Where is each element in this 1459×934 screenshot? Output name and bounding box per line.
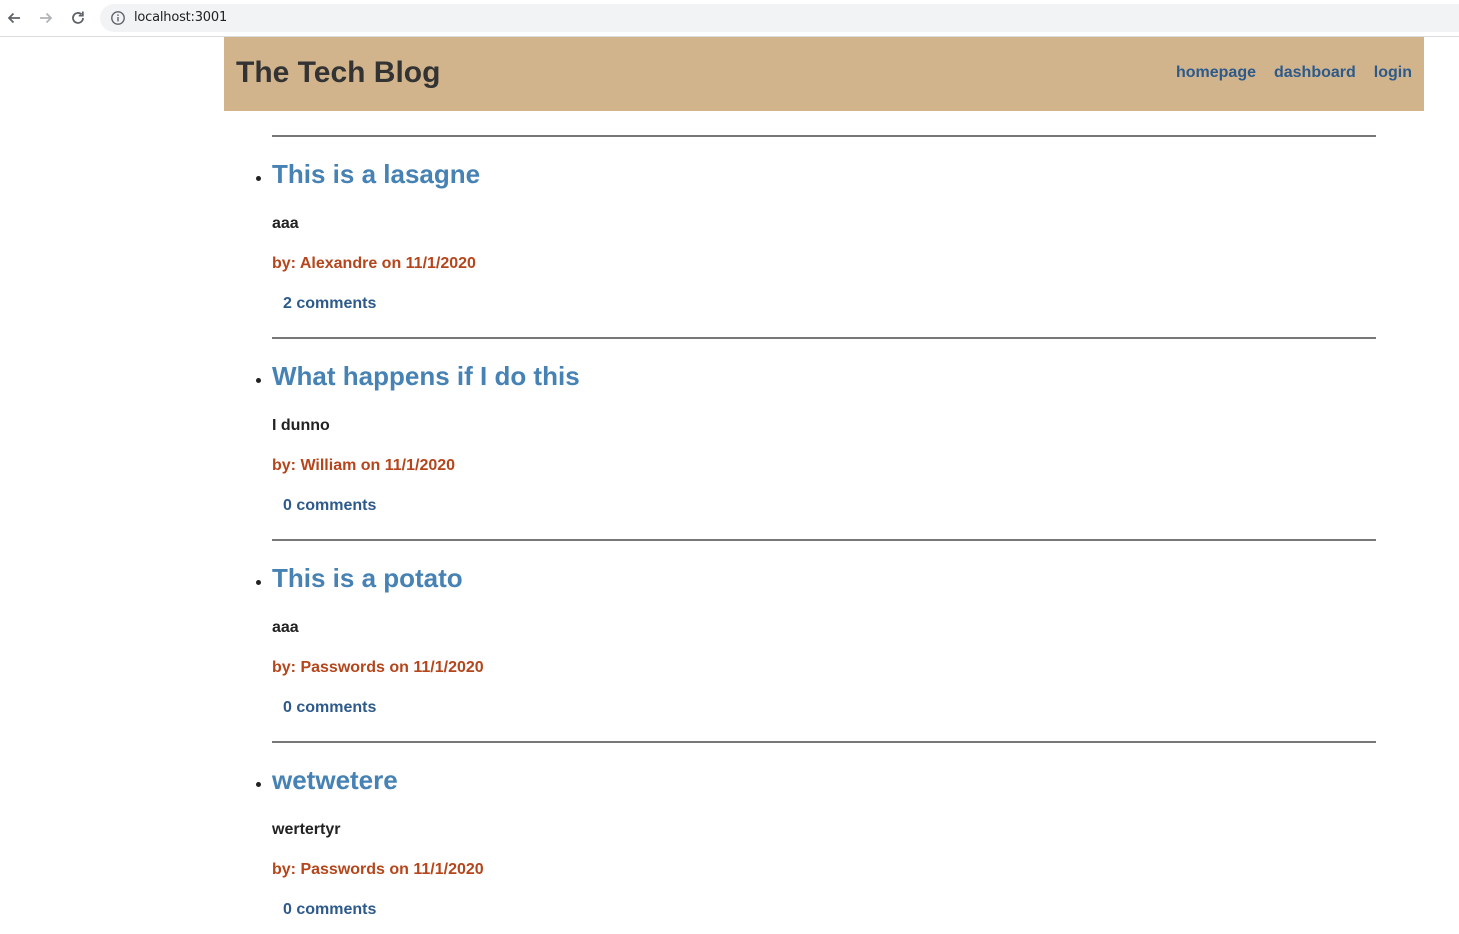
post-meta: by: Passwords on 11/1/2020 (272, 861, 484, 878)
post-comments-link[interactable]: 0 comments (283, 699, 376, 717)
nav-link-dashboard[interactable]: dashboard (1274, 64, 1356, 82)
nav-link-homepage[interactable]: homepage (1176, 64, 1256, 82)
post-list: This is a lasagne aaa by: Alexandre on 1… (224, 111, 1424, 919)
post-meta: by: Passwords on 11/1/2020 (272, 659, 484, 676)
address-bar[interactable]: localhost:3001 (100, 4, 1459, 32)
post-body: aaa (272, 215, 299, 232)
post-item: This is a lasagne aaa by: Alexandre on 1… (224, 111, 1424, 313)
bullet-icon (256, 176, 261, 181)
bullet-icon (256, 378, 261, 383)
reload-button[interactable] (66, 6, 90, 30)
reload-icon (72, 11, 84, 24)
post-title[interactable]: What happens if I do this (272, 361, 580, 392)
post-meta: by: Alexandre on 11/1/2020 (272, 255, 476, 272)
post-comments-link[interactable]: 0 comments (283, 497, 376, 515)
post-title[interactable]: This is a lasagne (272, 159, 480, 190)
post-divider (272, 337, 1376, 339)
post-divider (272, 741, 1376, 743)
nav-link-login[interactable]: login (1374, 64, 1412, 82)
post-comments-link[interactable]: 0 comments (283, 901, 376, 919)
browser-toolbar: localhost:3001 (0, 0, 1459, 37)
post-item: What happens if I do this I dunno by: Wi… (224, 313, 1424, 515)
post-body: I dunno (272, 417, 330, 434)
site-header: The Tech Blog homepage dashboard login (224, 37, 1424, 111)
forward-arrow-icon (40, 12, 53, 24)
info-icon[interactable] (110, 10, 126, 26)
back-button[interactable] (2, 6, 26, 30)
post-item: wetwetere wertertyr by: Passwords on 11/… (224, 717, 1424, 919)
site-title: The Tech Blog (236, 56, 441, 89)
post-comments-link[interactable]: 2 comments (283, 295, 376, 313)
post-item: This is a potato aaa by: Passwords on 11… (224, 515, 1424, 717)
post-divider (272, 135, 1376, 137)
bullet-icon (256, 580, 261, 585)
post-title[interactable]: wetwetere (272, 765, 398, 796)
post-title[interactable]: This is a potato (272, 563, 463, 594)
url-text[interactable]: localhost:3001 (134, 10, 227, 25)
post-divider (272, 539, 1376, 541)
forward-button[interactable] (34, 6, 58, 30)
post-meta: by: William on 11/1/2020 (272, 457, 456, 474)
back-arrow-icon (7, 12, 20, 24)
post-body: aaa (272, 619, 299, 636)
post-body: wertertyr (272, 821, 341, 838)
bullet-icon (256, 782, 261, 787)
site-nav: homepage dashboard login (1158, 64, 1412, 82)
